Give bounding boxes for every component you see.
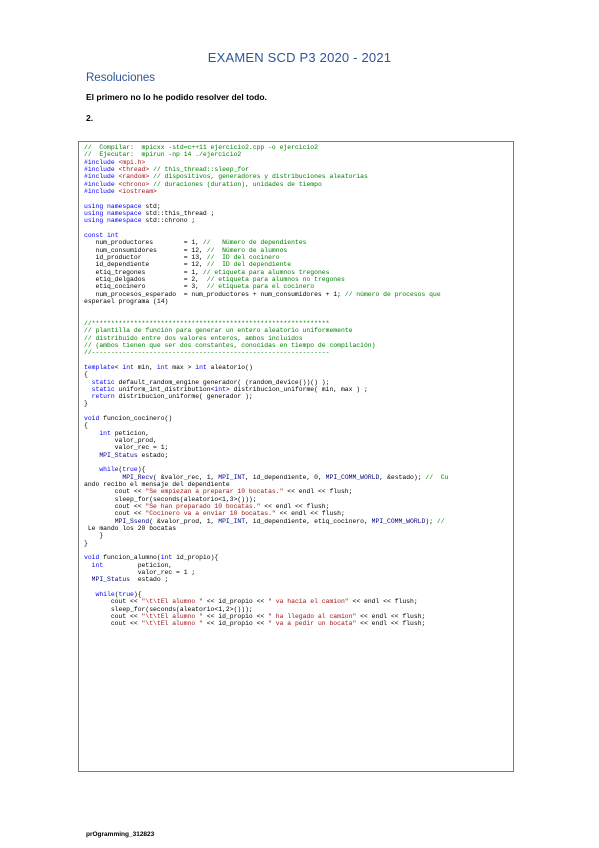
code-line: void funcion_alumno(int id_propio){ bbox=[84, 554, 219, 562]
code-line: cout << "Se empiezan a preparar 10 bocat… bbox=[84, 488, 353, 496]
section-heading: Resoluciones bbox=[86, 72, 156, 84]
code-line: cout << "\t\tEl alumno " << id_propio <<… bbox=[84, 613, 426, 620]
code-line: static default_random_engine generador( … bbox=[91, 378, 330, 386]
code-line: MPI_Status estado; bbox=[99, 451, 169, 459]
code-line: id_productor = 13, // ID del cocinero bbox=[84, 253, 280, 261]
code-line: valor_rec = 1 ; bbox=[84, 569, 196, 577]
code-line: // plantilla de función para generar un … bbox=[84, 327, 353, 335]
code-line: using namespace std::chrono ; bbox=[84, 217, 196, 225]
code-line: void funcion_cocinero() bbox=[84, 415, 173, 423]
page-footer: prOgramming_312823 bbox=[86, 831, 155, 838]
code-line: //--------------------------------------… bbox=[84, 349, 330, 357]
code-line: } bbox=[84, 400, 88, 408]
code-line: cout << "Se han preparado 10 bocatas." <… bbox=[84, 503, 330, 511]
code-line: static uniform_int_distribution<int> dis… bbox=[91, 385, 368, 393]
code-line: valor_rec = 1; bbox=[84, 444, 169, 452]
code-line: sleep_for(seconds(aleatorio<1,3>())); bbox=[84, 495, 257, 503]
code-line: #include <iostream> bbox=[84, 187, 157, 195]
code-line: #include <chrono> // duraciones (duratio… bbox=[84, 180, 322, 188]
code-line: num_productores = 1, // Número de depend… bbox=[84, 239, 307, 247]
code-line: } bbox=[84, 532, 104, 540]
code-line: while(true){ bbox=[95, 591, 142, 599]
code-line: esperael programa (14) bbox=[84, 297, 169, 305]
code-line: #include <mpi.h> bbox=[84, 158, 146, 166]
code-line: //**************************************… bbox=[84, 319, 330, 327]
code-line: int peticion, bbox=[99, 429, 150, 437]
paragraph-number: 2. bbox=[86, 113, 94, 123]
document-title: EXAMEN SCD P3 2020 - 2021 bbox=[207, 50, 392, 65]
code-line: const int bbox=[84, 231, 119, 239]
code-line: cout << "\t\tEl alumno " << id_propio <<… bbox=[84, 598, 418, 606]
code-line: } bbox=[84, 539, 88, 547]
code-line: etiq_tregones = 1, // etiqueta para alum… bbox=[84, 268, 330, 276]
code-line: // Compilar: mpicxx -std=c++11 ejercicio… bbox=[84, 144, 318, 151]
code-listing: // Compilar: mpicxx -std=c++11 ejercicio… bbox=[84, 144, 510, 628]
code-line: id_dependiente = 12, // ID del dependien… bbox=[84, 261, 292, 269]
code-line: while(true){ bbox=[99, 466, 146, 474]
code-line: MPI_Status estado ; bbox=[91, 576, 169, 584]
code-line: num_consumidores = 12, // Número de alum… bbox=[84, 246, 288, 254]
code-line: // distribuido entre dos valores enteros… bbox=[84, 334, 303, 342]
code-line: using namespace std::this_thread ; bbox=[84, 209, 215, 217]
code-line: #include <thread> // this_thread::sleep_… bbox=[84, 165, 249, 173]
code-line: MPI_Ssend( &valor_prod, 1, MPI_INT, id_d… bbox=[114, 517, 445, 525]
code-line: cout << "Cocinero va a enviar 10 bocatas… bbox=[84, 510, 345, 518]
code-line: using namespace std; bbox=[84, 202, 161, 210]
code-line: etiq_cocinero = 3, // etiqueta para el c… bbox=[84, 283, 315, 291]
code-line: etiq_delgados = 2, // etiqueta para alum… bbox=[84, 275, 345, 283]
code-line: cout << "\t\tEl alumno " << id_propio <<… bbox=[84, 620, 426, 628]
code-line: { bbox=[84, 371, 88, 379]
code-line: template< int min, int max > int aleator… bbox=[84, 363, 253, 371]
code-line: MPI_Recv( &valor_rec, 1, MPI_INT, id_dep… bbox=[122, 473, 449, 481]
code-line: { bbox=[84, 422, 88, 430]
code-line: Le mando los 20 bocatas bbox=[84, 525, 177, 533]
code-line: num_procesos_esperado = num_productores … bbox=[84, 290, 441, 298]
code-line: #include <random> // dispositivos, gener… bbox=[84, 173, 368, 181]
code-listing-box: // Compilar: mpicxx -std=c++11 ejercicio… bbox=[78, 141, 514, 772]
code-line: valor_prod, bbox=[84, 437, 157, 445]
paragraph-note: El primero no lo he podido resolver del … bbox=[86, 92, 267, 102]
code-line: ando recibo el mensaje del dependiente bbox=[84, 481, 230, 489]
code-line: sleep_for(seconds(aleatorio<1,2>())); bbox=[84, 605, 253, 613]
code-line: // Ejecutar: mpirun -np 14 ./ejercicio2 bbox=[84, 151, 242, 159]
code-line: int peticion, bbox=[91, 561, 173, 569]
code-line: return distribucion_uniforme( generador … bbox=[91, 393, 253, 401]
code-line: // (ambos tienen que ser dos constantes,… bbox=[84, 341, 376, 349]
